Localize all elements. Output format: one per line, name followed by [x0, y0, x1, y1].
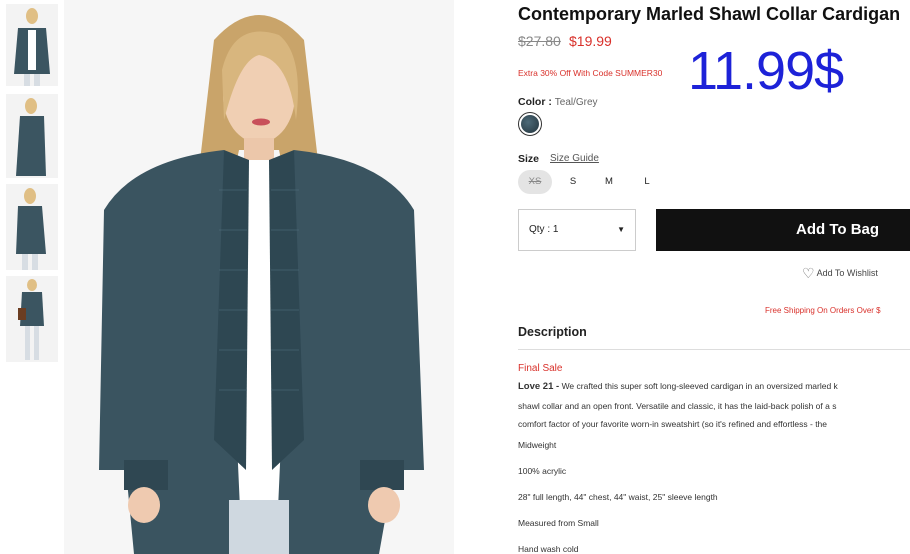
swatch-fill — [521, 115, 539, 133]
sale-price: $19.99 — [569, 33, 612, 49]
overlay-price-annotation: 11.99$ — [688, 41, 844, 101]
size-option-s[interactable]: S — [563, 170, 583, 194]
chevron-down-icon: ▼ — [617, 225, 625, 234]
brand-name: Love 21 - — [518, 381, 560, 392]
add-to-bag-button[interactable]: Add To Bag — [656, 209, 910, 251]
detail-weight: Midweight — [518, 440, 557, 450]
description-divider — [518, 349, 910, 350]
product-photo — [64, 0, 454, 554]
detail-material: 100% acrylic — [518, 466, 567, 476]
thumbnail-back[interactable] — [6, 184, 58, 270]
final-sale-label: Final Sale — [518, 363, 563, 374]
product-title: Contemporary Marled Shawl Collar Cardiga… — [518, 4, 901, 24]
size-option-xs[interactable]: XS — [518, 170, 552, 194]
promo-code-text: Extra 30% Off With Code SUMMER30 — [518, 68, 663, 78]
description-line-1: Love 21 - We crafted this super soft lon… — [518, 381, 838, 392]
original-price: $27.80 — [518, 33, 561, 49]
heart-outline-icon: ♡ — [802, 265, 815, 281]
add-to-wishlist-link[interactable]: ♡ Add To Wishlist — [802, 265, 878, 282]
description-line-2: shawl collar and an open front. Versatil… — [518, 401, 837, 411]
size-label: Size — [518, 153, 540, 165]
description-line-3: comfort factor of your favorite worn-in … — [518, 419, 828, 429]
detail-measured-from: Measured from Small — [518, 518, 599, 528]
size-guide-link[interactable]: Size Guide — [550, 153, 599, 164]
color-value: Teal/Grey — [554, 97, 598, 108]
detail-measurements: 28" full length, 44" chest, 44" waist, 2… — [518, 492, 718, 502]
description-heading: Description — [518, 325, 587, 339]
thumbnail-side[interactable] — [6, 94, 58, 178]
detail-care: Hand wash cold — [518, 544, 579, 554]
thumbnail-front[interactable] — [6, 4, 58, 86]
size-option-l[interactable]: L — [637, 170, 657, 194]
color-label: Color : Teal/Grey — [518, 96, 598, 108]
color-swatch-teal-grey[interactable] — [518, 112, 542, 136]
free-shipping-note: Free Shipping On Orders Over $ — [765, 306, 881, 315]
thumbnail-full-body[interactable] — [6, 276, 58, 362]
quantity-select[interactable]: Qty : 1 ▼ — [518, 209, 636, 251]
size-option-m[interactable]: M — [599, 170, 619, 194]
